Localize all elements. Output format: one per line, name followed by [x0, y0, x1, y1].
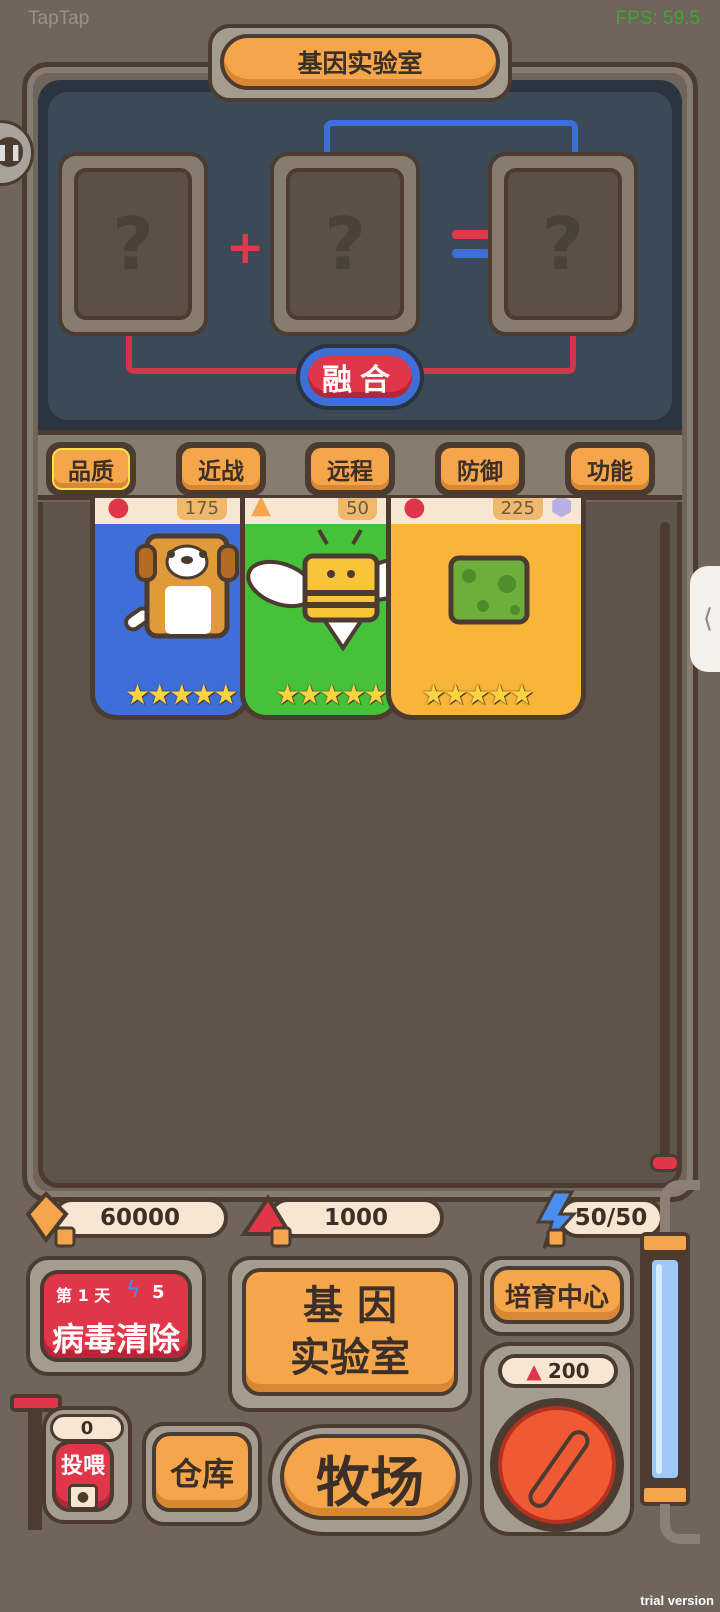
chevron-left-icon: ⟨ [702, 604, 714, 634]
trial-watermark: trial version [640, 1593, 714, 1608]
flame-icon: ▲ [251, 498, 271, 520]
tab-label: 近战 [182, 448, 260, 490]
gacha-cost-value: 200 [547, 1359, 590, 1383]
creature-card-bee[interactable]: ▲ 50 ★★★★★ [240, 498, 400, 720]
tab-label: 防御 [441, 448, 519, 490]
equals-icon [452, 230, 490, 260]
gacha-cost: ▲ 200 [498, 1354, 618, 1388]
slot-icon [524, 1425, 594, 1513]
feed-count: 0 [50, 1414, 124, 1442]
gene-slot-2[interactable]: ? [270, 152, 420, 336]
question-mark-icon: ? [74, 168, 192, 320]
tab-ranged[interactable]: 远程 [305, 442, 395, 496]
breed-center-label: 培育中心 [504, 1282, 609, 1313]
tab-function[interactable]: 功能 [565, 442, 655, 496]
virus-clear-button[interactable]: 第 1 天 ϟ 5 病毒清除 [40, 1270, 192, 1362]
crystal-counter: 60000 [52, 1198, 228, 1238]
energy-tube-fill [648, 1256, 682, 1482]
rating-stars: ★★★★★ [125, 678, 239, 711]
gene-lab-button[interactable]: 基 因 实验室 [242, 1268, 458, 1396]
virus-clear-label: 病毒清除 [51, 1320, 180, 1358]
red-gem-icon [240, 1194, 294, 1248]
card-value: 50 [338, 498, 377, 520]
creature-card-dog[interactable]: ● 175 ★★★★★ [90, 498, 250, 720]
gene-lab-line2: 实验室 [290, 1335, 410, 1381]
card-value: 175 [176, 498, 227, 520]
card-header: ● 225 ⬢ [391, 498, 581, 524]
block-creature-icon [448, 555, 530, 625]
scrollbar-thumb[interactable] [650, 1154, 680, 1172]
warehouse-button[interactable]: 仓库 [152, 1432, 252, 1512]
card-header: ▲ 50 [245, 498, 395, 524]
flag-pole [28, 1410, 42, 1530]
scrollbar-track[interactable] [660, 522, 670, 1162]
energy-tube [640, 1232, 690, 1506]
tab-defense[interactable]: 防御 [435, 442, 525, 496]
gem-value: 1000 [323, 1205, 388, 1231]
virus-cost: 5 [152, 1282, 165, 1303]
tab-label: 品质 [52, 448, 130, 490]
gene-lab-panel: 基 因 实验室 [228, 1256, 472, 1412]
tab-quality[interactable]: 品质 [46, 442, 136, 496]
side-drawer-handle[interactable]: ⟨ [690, 566, 720, 672]
crystal-icon [26, 1191, 76, 1248]
energy-value: 50/50 [574, 1205, 648, 1231]
gacha-button[interactable] [490, 1398, 624, 1532]
question-mark-icon: ? [286, 168, 404, 320]
feed-panel: 0 投喂 ● [42, 1406, 132, 1524]
card-value: 225 [492, 498, 543, 520]
day-label: 第 1 天 [56, 1286, 111, 1305]
paw-icon: ● [403, 498, 426, 522]
tab-label: 远程 [311, 448, 389, 490]
taptap-watermark: TapTap [28, 8, 90, 29]
fuse-label: 融合 [308, 356, 412, 398]
fuse-button[interactable]: 融合 [296, 344, 424, 410]
result-slot: ? [488, 152, 638, 336]
feed-label: 投喂 [60, 1454, 105, 1479]
gacha-panel: ▲ 200 [480, 1342, 634, 1536]
ranch-button[interactable]: 牧场 [280, 1434, 460, 1520]
tab-label: 功能 [571, 448, 649, 490]
warehouse-label: 仓库 [169, 1455, 234, 1493]
fps-counter: FPS: 59.5 [615, 8, 701, 29]
creature-card-block[interactable]: ● 225 ⬢ ★★★★★ [386, 498, 586, 720]
paw-icon: ● [68, 1484, 98, 1510]
feed-button[interactable]: 投喂 ● [52, 1440, 114, 1512]
plus-icon: + [226, 220, 265, 274]
bee-creature-icon [246, 529, 395, 652]
gene-slot-1[interactable]: ? [58, 152, 208, 336]
pause-icon: ❚❚ [0, 137, 23, 167]
card-header: ● 175 [95, 498, 245, 524]
gacha-button-face [498, 1406, 616, 1524]
crystal-value: 60000 [99, 1205, 181, 1231]
gem-icon: ⬢ [550, 498, 573, 522]
lightning-icon [535, 1190, 578, 1249]
warehouse-panel: 仓库 [142, 1422, 262, 1526]
pipe-top [660, 1180, 700, 1232]
rating-stars: ★★★★★ [421, 678, 535, 711]
red-gem-icon: ▲ [526, 1359, 542, 1383]
lightning-icon: ϟ [126, 1278, 141, 1303]
feed-count-value: 0 [80, 1417, 94, 1439]
dog-creature-icon [124, 533, 239, 639]
gem-counter: 1000 [268, 1198, 444, 1238]
paw-icon: ● [107, 498, 130, 522]
ranch-label: 牧场 [316, 1450, 424, 1514]
gene-lab-line1: 基 因 [303, 1283, 397, 1329]
breed-center-button[interactable]: 培育中心 [490, 1266, 624, 1324]
tab-melee[interactable]: 近战 [176, 442, 266, 496]
question-mark-icon: ? [504, 168, 622, 320]
ranch-panel: 牧场 [268, 1424, 472, 1536]
rating-stars: ★★★★★ [275, 678, 389, 711]
virus-clear-panel: 第 1 天 ϟ 5 病毒清除 [26, 1256, 206, 1376]
breed-center-panel: 培育中心 [480, 1256, 634, 1336]
page-title: 基因实验室 [220, 34, 500, 90]
pipe-bottom [660, 1504, 700, 1544]
